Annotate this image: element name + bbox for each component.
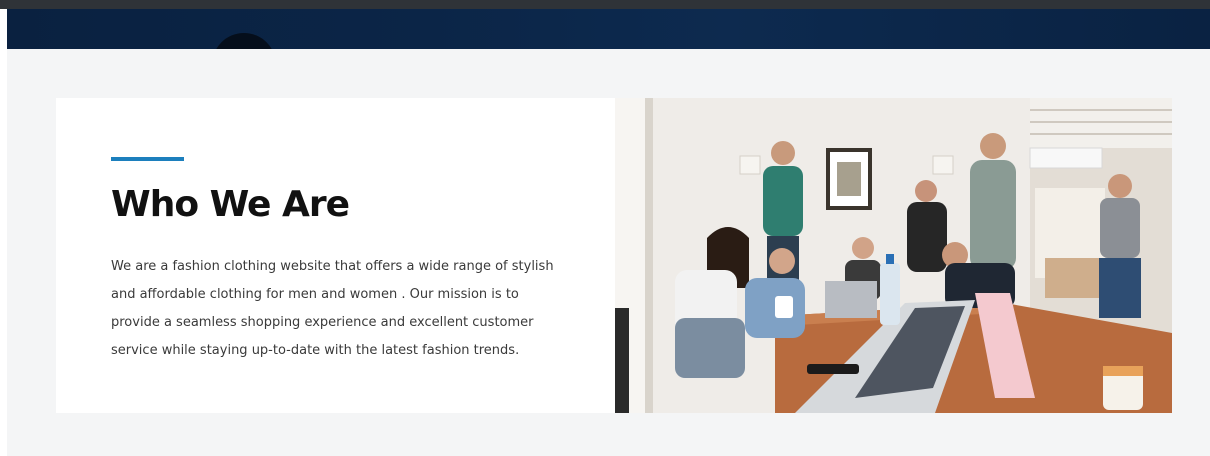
about-heading: Who We Are <box>111 184 350 225</box>
heading-accent-line <box>111 157 184 161</box>
about-description: We are a fashion clothing website that o… <box>111 259 554 358</box>
team-photo <box>615 98 1172 413</box>
top-border <box>0 0 1210 9</box>
hero-banner-bottom <box>7 9 1210 49</box>
hero-person-silhouette <box>212 33 276 49</box>
about-card: Who We Are We are a fashion clothing web… <box>56 98 1172 413</box>
